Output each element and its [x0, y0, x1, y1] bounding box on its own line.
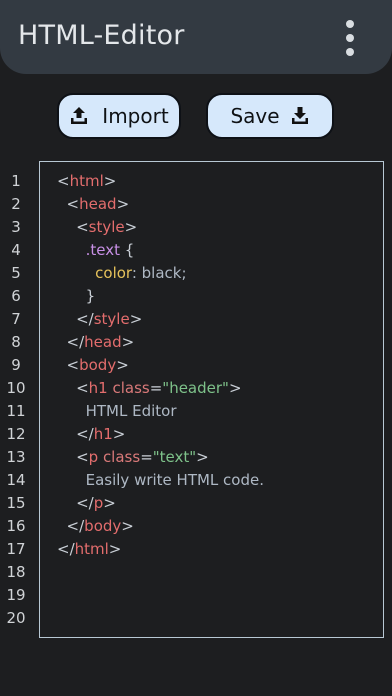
import-label: Import: [102, 104, 169, 128]
line-number: 2: [11, 195, 21, 213]
code-line[interactable]: </body>: [57, 515, 134, 538]
code-token: }: [57, 287, 96, 305]
line-number: 11: [6, 402, 26, 420]
code-token: >: [228, 379, 242, 397]
line-number: 15: [6, 494, 26, 512]
line-number: 19: [6, 586, 26, 604]
code-token: : black;: [131, 264, 187, 282]
code-token: .text: [57, 241, 120, 259]
code-line[interactable]: </html>: [57, 538, 121, 561]
line-number: 8: [11, 333, 21, 351]
code-token: >: [103, 172, 117, 190]
code-line[interactable]: <head>: [57, 193, 130, 216]
code-line[interactable]: .text {: [57, 239, 135, 262]
line-number: 5: [11, 264, 21, 282]
code-token: >: [103, 494, 116, 512]
code-line[interactable]: <h1 class="header">: [57, 377, 242, 400]
code-line[interactable]: <p class="text">: [57, 446, 209, 469]
code-token: p: [93, 494, 104, 512]
line-number: 7: [11, 310, 21, 328]
line-number: 6: [11, 287, 21, 305]
code-line[interactable]: color: black;: [57, 262, 187, 285]
code-token: style: [93, 310, 130, 328]
code-token: </: [57, 517, 85, 535]
code-token: <: [57, 172, 70, 190]
code-token: body: [79, 356, 117, 374]
code-token: =: [149, 379, 163, 397]
code-line[interactable]: <body>: [57, 354, 129, 377]
code-token: "header": [162, 379, 229, 397]
app-title: HTML-Editor: [18, 20, 185, 51]
code-line[interactable]: </style>: [57, 308, 142, 331]
code-token: </: [57, 540, 75, 558]
code-token: class: [98, 448, 141, 466]
line-number: 16: [6, 517, 26, 535]
code-token: style: [88, 218, 125, 236]
code-token: >: [116, 356, 129, 374]
code-token: </: [57, 425, 94, 443]
code-line[interactable]: </head>: [57, 331, 135, 354]
code-line[interactable]: <style>: [57, 216, 137, 239]
code-line[interactable]: </h1>: [57, 423, 125, 446]
code-token: >: [124, 218, 138, 236]
code-token: "text": [152, 448, 197, 466]
code-token: h1: [88, 379, 108, 397]
code-token: HTML Editor: [57, 402, 177, 420]
line-number: 10: [6, 379, 26, 397]
save-label: Save: [230, 104, 280, 128]
code-token: >: [121, 517, 134, 535]
code-line[interactable]: }: [57, 285, 96, 308]
line-number: 12: [6, 425, 26, 443]
code-token: head: [79, 195, 117, 213]
code-token: body: [84, 517, 122, 535]
line-number: 4: [11, 241, 21, 259]
import-button[interactable]: Import: [57, 93, 181, 139]
code-token: h1: [93, 425, 113, 443]
code-token: </: [57, 333, 85, 351]
line-number: 13: [6, 448, 26, 466]
code-token: p: [88, 448, 99, 466]
code-token: <: [57, 218, 89, 236]
code-token: <: [57, 195, 80, 213]
code-token: <: [57, 379, 89, 397]
download-icon: [290, 106, 310, 126]
code-token: >: [116, 195, 130, 213]
code-token: =: [140, 448, 153, 466]
code-token: html: [74, 540, 109, 558]
line-number: 1: [11, 172, 21, 190]
save-button[interactable]: Save: [206, 93, 334, 139]
code-token: >: [121, 333, 135, 351]
code-editor[interactable]: <html> <head> <style> .text { color: bla…: [39, 161, 384, 638]
code-token: </: [57, 494, 94, 512]
code-token: >: [108, 540, 122, 558]
code-token: >: [196, 448, 209, 466]
code-token: html: [69, 172, 104, 190]
code-line[interactable]: </p>: [57, 492, 116, 515]
line-number: 17: [6, 540, 26, 558]
code-token: <: [57, 356, 80, 374]
upload-icon: [69, 106, 89, 126]
code-token: {: [119, 241, 135, 259]
line-number: 14: [6, 471, 26, 489]
code-token: class: [107, 379, 150, 397]
code-line[interactable]: <html>: [57, 170, 116, 193]
code-line[interactable]: Easily write HTML code.: [57, 469, 264, 492]
code-token: <: [57, 448, 89, 466]
code-token: </: [57, 310, 94, 328]
line-number: 9: [11, 356, 21, 374]
code-line[interactable]: HTML Editor: [57, 400, 177, 423]
more-vert-icon[interactable]: [337, 18, 363, 58]
line-number: 18: [6, 563, 26, 581]
code-token: Easily write HTML code.: [57, 471, 265, 489]
app-bar: HTML-Editor: [0, 0, 392, 74]
code-token: >: [129, 310, 143, 328]
code-token: color: [57, 264, 132, 282]
code-token: >: [112, 425, 126, 443]
line-number: 3: [11, 218, 21, 236]
code-token: head: [84, 333, 122, 351]
line-number: 20: [6, 609, 26, 627]
